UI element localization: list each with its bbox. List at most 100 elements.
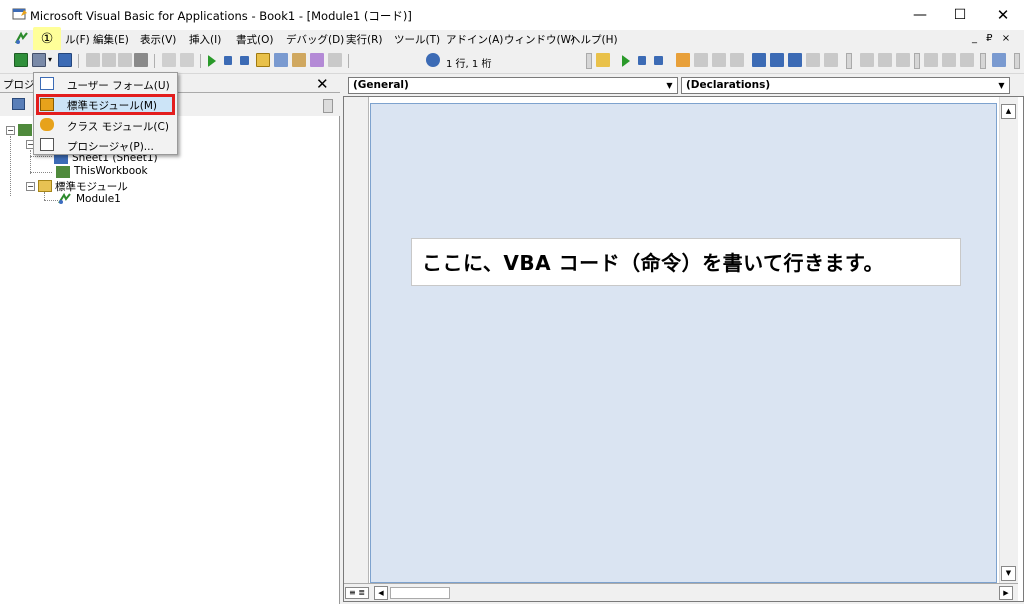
view-code-icon[interactable] bbox=[12, 98, 25, 110]
panel-toolbar-grip[interactable] bbox=[323, 99, 333, 113]
tree-line bbox=[30, 172, 52, 173]
step-into-icon[interactable] bbox=[694, 53, 708, 67]
close-button[interactable]: ✕ bbox=[983, 0, 1023, 30]
menu-addins[interactable]: アドイン(A) bbox=[446, 32, 503, 47]
maximize-button[interactable]: ☐ bbox=[940, 0, 980, 30]
chevron-down-icon[interactable]: ▼ bbox=[663, 79, 676, 92]
locals-window-icon[interactable] bbox=[752, 53, 766, 67]
watch-window-icon[interactable] bbox=[788, 53, 802, 67]
menu-item-userform-label: ユーザー フォーム(U) bbox=[67, 80, 170, 92]
find-icon[interactable] bbox=[134, 53, 148, 67]
insert-module-icon[interactable] bbox=[32, 53, 46, 67]
menu-insert[interactable]: 挿入(I) bbox=[189, 32, 221, 47]
design-mode-icon[interactable] bbox=[256, 53, 270, 67]
scroll-down-icon[interactable]: ▼ bbox=[1001, 566, 1016, 581]
tree-item-modules-folder[interactable]: 標準モジュール bbox=[55, 179, 128, 194]
object-browser-icon[interactable] bbox=[310, 53, 324, 67]
vertical-scrollbar[interactable]: ▲ ▼ bbox=[999, 97, 1018, 583]
code-window: (General) ▼ (Declarations) ▼ ここに、VBA コード… bbox=[343, 74, 1024, 604]
menu-item-procedure[interactable]: プロシージャ(P)... bbox=[36, 135, 175, 155]
toolbar-separator bbox=[348, 54, 349, 68]
menu-debug[interactable]: デバッグ(D) bbox=[286, 32, 344, 47]
save-icon[interactable] bbox=[58, 53, 72, 67]
menu-bar: ル(F) 編集(E) 表示(V) 挿入(I) 書式(O) デバッグ(D) 実行(… bbox=[0, 30, 1024, 48]
align-icon[interactable] bbox=[960, 53, 974, 67]
copy-icon[interactable] bbox=[102, 53, 116, 67]
toolbar-separator bbox=[154, 54, 155, 68]
menu-help[interactable]: ヘルプ(H) bbox=[570, 32, 618, 47]
menu-window[interactable]: ウィンドウ(W) bbox=[504, 32, 575, 47]
menu-edit[interactable]: 編集(E) bbox=[93, 32, 129, 47]
scroll-left-icon[interactable]: ◀ bbox=[374, 586, 388, 600]
menu-item-class-module[interactable]: クラス モジュール(C) bbox=[36, 115, 175, 135]
immediate-window-icon[interactable] bbox=[770, 53, 784, 67]
minimize-button[interactable]: — bbox=[900, 0, 940, 30]
step-out-icon[interactable] bbox=[730, 53, 744, 67]
tree-item-thisworkbook[interactable]: ThisWorkbook bbox=[74, 165, 148, 177]
call-stack-icon[interactable] bbox=[824, 53, 838, 67]
paste-icon[interactable] bbox=[118, 53, 132, 67]
scroll-thumb[interactable] bbox=[390, 587, 450, 599]
scroll-right-icon[interactable]: ▶ bbox=[999, 586, 1013, 600]
toggle-bookmark-icon[interactable] bbox=[896, 53, 910, 67]
toolbox-icon[interactable] bbox=[328, 53, 342, 67]
tree-collapse-toggle[interactable]: − bbox=[6, 126, 15, 135]
menu-tools[interactable]: ツール(T) bbox=[394, 32, 440, 47]
break-icon-2[interactable] bbox=[638, 56, 646, 65]
run-icon-2[interactable] bbox=[622, 55, 630, 67]
userform-toolbar-icon[interactable] bbox=[992, 53, 1006, 67]
menu-format[interactable]: 書式(O) bbox=[236, 32, 273, 47]
toolbar-separator bbox=[78, 54, 79, 68]
excel-icon[interactable] bbox=[14, 53, 28, 67]
code-area: ここに、VBA コード（命令）を書いて行きます。 ▲ ▼ ≡ ≣ ◀ ▶ bbox=[343, 96, 1024, 602]
toolbar-grip[interactable] bbox=[586, 53, 592, 69]
menu-item-standard-module[interactable]: 標準モジュール(M) bbox=[36, 94, 175, 115]
undo-icon[interactable] bbox=[162, 53, 176, 67]
vbaproject-icon bbox=[18, 124, 32, 136]
quick-watch-icon[interactable] bbox=[806, 53, 820, 67]
horizontal-scrollbar[interactable]: ≡ ≣ ◀ ▶ bbox=[344, 583, 1018, 601]
step-over-icon[interactable] bbox=[712, 53, 726, 67]
project-explorer-icon[interactable] bbox=[274, 53, 288, 67]
toolbar-grip[interactable] bbox=[1014, 53, 1020, 69]
insert-dropdown-menu: ユーザー フォーム(U) 標準モジュール(M) クラス モジュール(C) プロシ… bbox=[33, 72, 178, 155]
run-icon[interactable] bbox=[208, 55, 216, 67]
excel-view-icon[interactable] bbox=[14, 31, 30, 46]
reset-icon-2[interactable] bbox=[654, 56, 663, 65]
outdent-icon[interactable] bbox=[878, 53, 892, 67]
toolbar-grip[interactable] bbox=[846, 53, 852, 69]
chevron-down-icon[interactable]: ▼ bbox=[995, 79, 1008, 92]
object-combo[interactable]: (General) ▼ bbox=[348, 77, 678, 94]
tree-line bbox=[44, 200, 58, 201]
help-icon[interactable] bbox=[426, 53, 440, 67]
code-editor[interactable]: ここに、VBA コード（命令）を書いて行きます。 bbox=[370, 103, 997, 583]
vba-app-icon[interactable] bbox=[12, 7, 28, 21]
code-margin-indicator-bar[interactable] bbox=[344, 97, 369, 583]
reset-icon[interactable] bbox=[240, 56, 249, 65]
toggle-breakpoint-icon[interactable] bbox=[676, 53, 690, 67]
view-mode-buttons[interactable]: ≡ ≣ bbox=[345, 587, 369, 599]
properties-icon[interactable] bbox=[292, 53, 306, 67]
toolbar-grip[interactable] bbox=[980, 53, 986, 69]
redo-icon[interactable] bbox=[180, 53, 194, 67]
indent-icon[interactable] bbox=[860, 53, 874, 67]
break-icon[interactable] bbox=[224, 56, 232, 65]
menu-file[interactable]: ル(F) bbox=[65, 32, 90, 47]
dropdown-arrow-icon[interactable]: ▾ bbox=[48, 55, 54, 69]
toolbar-grip[interactable] bbox=[914, 53, 920, 69]
bring-to-front-icon[interactable] bbox=[924, 53, 938, 67]
menu-view[interactable]: 表示(V) bbox=[140, 32, 176, 47]
mdi-window-controls[interactable]: _ ₽ × bbox=[972, 33, 1013, 44]
tree-item-module1[interactable]: Module1 bbox=[76, 193, 121, 205]
send-to-back-icon[interactable] bbox=[942, 53, 956, 67]
scroll-up-icon[interactable]: ▲ bbox=[1001, 104, 1016, 119]
procedure-combo[interactable]: (Declarations) ▼ bbox=[681, 77, 1010, 94]
cut-icon[interactable] bbox=[86, 53, 100, 67]
project-panel-close-icon[interactable]: ✕ bbox=[316, 75, 329, 93]
tree-collapse-toggle[interactable]: − bbox=[26, 182, 35, 191]
design-mode-icon-2[interactable] bbox=[596, 53, 610, 67]
workbook-icon bbox=[56, 166, 70, 178]
menu-item-userform[interactable]: ユーザー フォーム(U) bbox=[36, 74, 175, 94]
tree-line bbox=[30, 156, 52, 157]
menu-run[interactable]: 実行(R) bbox=[346, 32, 383, 47]
